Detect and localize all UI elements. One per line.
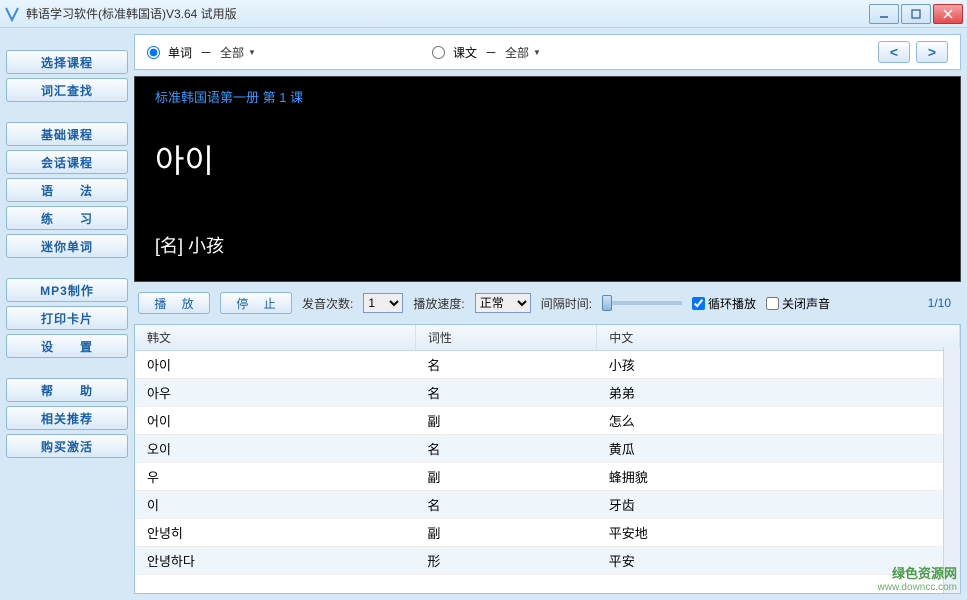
table-cell: 平安地: [597, 519, 960, 547]
mute-checkbox[interactable]: 关闭声音: [766, 295, 830, 312]
mute-checkbox-input[interactable]: [766, 297, 779, 310]
table-cell: 안녕히: [135, 519, 415, 547]
table-cell: 平安: [597, 547, 960, 575]
dropdown-lesson-all[interactable]: 全部: [505, 44, 541, 61]
titlebar: 韩语学习软件(标准韩国语)V3.64 试用版: [0, 0, 967, 28]
th-chinese[interactable]: 中文: [597, 325, 960, 351]
table-cell: 名: [415, 491, 596, 519]
slider-thumb-icon[interactable]: [602, 295, 612, 311]
table-cell: 名: [415, 435, 596, 463]
table-cell: 이: [135, 491, 415, 519]
sidebar-btn-basic-course[interactable]: 基础课程: [6, 122, 128, 146]
interval-slider[interactable]: [602, 295, 682, 311]
table-row[interactable]: 아이名小孩: [135, 351, 960, 379]
table-row[interactable]: 어이副怎么: [135, 407, 960, 435]
sidebar-btn-print-cards[interactable]: 打印卡片: [6, 306, 128, 330]
radio-word[interactable]: 单词: [147, 44, 192, 61]
table-cell: 弟弟: [597, 379, 960, 407]
play-button[interactable]: 播 放: [138, 292, 210, 314]
window-controls: [869, 4, 963, 24]
count-label: 发音次数:: [302, 295, 353, 312]
table-cell: 小孩: [597, 351, 960, 379]
sidebar-btn-help[interactable]: 帮 助: [6, 378, 128, 402]
th-pos[interactable]: 词性: [415, 325, 596, 351]
word-meaning: [名] 小孩: [155, 232, 940, 258]
filter-bar: 单词 － 全部 课文 － 全部 < >: [134, 34, 961, 70]
sidebar-btn-select-course[interactable]: 选择课程: [6, 50, 128, 74]
table-row[interactable]: 안녕히副平安地: [135, 519, 960, 547]
page-indicator: 1/10: [928, 296, 951, 310]
sidebar-btn-vocab-search[interactable]: 词汇查找: [6, 78, 128, 102]
sidebar-btn-grammar[interactable]: 语 法: [6, 178, 128, 202]
next-button[interactable]: >: [916, 41, 948, 63]
prev-button[interactable]: <: [878, 41, 910, 63]
main-area: 单词 － 全部 课文 － 全部 < > 标准韩国语第一册 第 1 课 아이 [名…: [134, 34, 961, 594]
loop-checkbox-input[interactable]: [692, 297, 705, 310]
sidebar-btn-mp3[interactable]: MP3制作: [6, 278, 128, 302]
lesson-title: 标准韩国语第一册 第 1 课: [155, 87, 940, 106]
table-cell: 어이: [135, 407, 415, 435]
radio-lesson-input[interactable]: [432, 46, 445, 59]
table-row[interactable]: 아우名弟弟: [135, 379, 960, 407]
stop-button[interactable]: 停 止: [220, 292, 292, 314]
sidebar-btn-practice[interactable]: 练 习: [6, 206, 128, 230]
maximize-button[interactable]: [901, 4, 931, 24]
table-cell: 오이: [135, 435, 415, 463]
table-row[interactable]: 안녕하다形平安: [135, 547, 960, 575]
table-row[interactable]: 이名牙齿: [135, 491, 960, 519]
table-cell: 名: [415, 379, 596, 407]
table-cell: 副: [415, 407, 596, 435]
table-cell: 名: [415, 351, 596, 379]
th-korean[interactable]: 韩文: [135, 325, 415, 351]
sidebar-btn-buy-activate[interactable]: 购买激活: [6, 434, 128, 458]
speed-select[interactable]: 正常: [475, 293, 531, 313]
close-button[interactable]: [933, 4, 963, 24]
table-row[interactable]: 우副蜂拥貌: [135, 463, 960, 491]
table-cell: 우: [135, 463, 415, 491]
minimize-button[interactable]: [869, 4, 899, 24]
table-cell: 牙齿: [597, 491, 960, 519]
app-icon: [4, 6, 20, 22]
window-title: 韩语学习软件(标准韩国语)V3.64 试用版: [26, 5, 869, 22]
vocab-table: 韩文 词性 中文 아이名小孩아우名弟弟어이副怎么오이名黄瓜우副蜂拥貌이名牙齿안녕…: [135, 325, 960, 575]
table-cell: 黄瓜: [597, 435, 960, 463]
table-cell: 蜂拥貌: [597, 463, 960, 491]
interval-label: 间隔时间:: [541, 295, 592, 312]
table-cell: 아우: [135, 379, 415, 407]
loop-checkbox[interactable]: 循环播放: [692, 295, 756, 312]
table-cell: 副: [415, 519, 596, 547]
count-select[interactable]: 1: [363, 293, 403, 313]
scrollbar[interactable]: [943, 347, 960, 593]
radio-lesson[interactable]: 课文: [432, 44, 477, 61]
sidebar-btn-settings[interactable]: 设 置: [6, 334, 128, 358]
table-cell: 怎么: [597, 407, 960, 435]
table-cell: 안녕하다: [135, 547, 415, 575]
blackboard: 标准韩国语第一册 第 1 课 아이 [名] 小孩: [134, 76, 961, 282]
table-cell: 形: [415, 547, 596, 575]
table-row[interactable]: 오이名黄瓜: [135, 435, 960, 463]
dropdown-word-all[interactable]: 全部: [220, 44, 256, 61]
table-cell: 아이: [135, 351, 415, 379]
sidebar-btn-mini-vocab[interactable]: 迷你单词: [6, 234, 128, 258]
sidebar-btn-conversation[interactable]: 会话课程: [6, 150, 128, 174]
sidebar: 选择课程 词汇查找 基础课程 会话课程 语 法 练 习 迷你单词 MP3制作 打…: [6, 34, 128, 594]
korean-word: 아이: [155, 136, 940, 182]
speed-label: 播放速度:: [413, 295, 464, 312]
controls-bar: 播 放 停 止 发音次数: 1 播放速度: 正常 间隔时间: 循环播放 关闭声音…: [134, 288, 961, 318]
radio-word-input[interactable]: [147, 46, 160, 59]
table-cell: 副: [415, 463, 596, 491]
vocab-table-wrap: 韩文 词性 中文 아이名小孩아우名弟弟어이副怎么오이名黄瓜우副蜂拥貌이名牙齿안녕…: [134, 324, 961, 594]
sidebar-btn-recommend[interactable]: 相关推荐: [6, 406, 128, 430]
